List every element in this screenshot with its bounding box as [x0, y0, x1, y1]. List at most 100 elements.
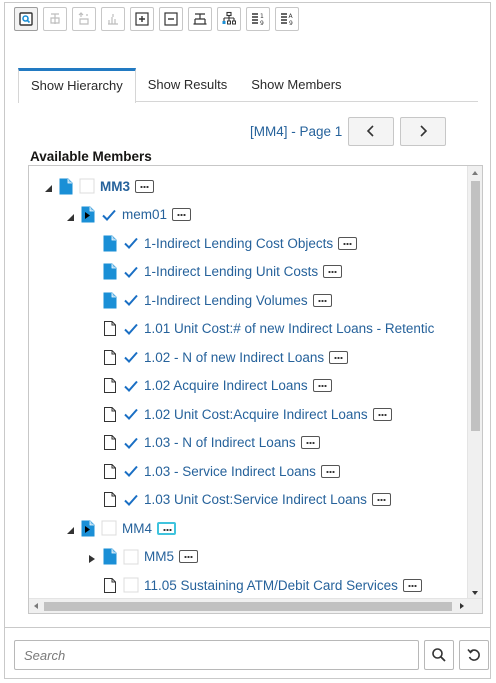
tree-row[interactable]: 1.01 Unit Cost:# of new Indirect Loans -… — [97, 316, 434, 342]
tree-row[interactable]: 1-Indirect Lending Volumes — [97, 287, 332, 313]
sort-alpha-button[interactable]: A9 — [275, 7, 299, 31]
tree-row[interactable]: 1.03 - N of Indirect Loans — [97, 430, 320, 456]
member-label[interactable]: 1-Indirect Lending Unit Costs — [144, 264, 318, 279]
tree-row[interactable]: 1-Indirect Lending Unit Costs — [97, 259, 343, 285]
member-checkbox[interactable] — [123, 577, 139, 593]
member-tree: MM3 mem01 1-Indirect Lending Cost Objects 1… — [28, 165, 483, 614]
tree-row[interactable]: 1.02 Acquire Indirect Loans — [97, 373, 332, 399]
member-checkbox[interactable] — [79, 178, 95, 194]
tree-row[interactable]: 1.02 - N of new Indirect Loans — [97, 344, 349, 370]
view-button[interactable] — [14, 7, 38, 31]
search-input[interactable] — [14, 640, 419, 670]
expand-all-button[interactable] — [130, 7, 154, 31]
member-label[interactable]: MM3 — [100, 179, 130, 194]
member-checkbox[interactable] — [123, 549, 139, 565]
collapse-toggle-icon[interactable] — [43, 181, 53, 192]
member-label[interactable]: 1.03 Unit Cost:Service Indirect Loans — [144, 492, 367, 507]
tree-row[interactable]: 1.02 Unit Cost:Acquire Indirect Loans — [97, 401, 392, 427]
node-member-icon — [103, 235, 117, 252]
member-checkbox[interactable] — [123, 292, 139, 308]
member-checkbox[interactable] — [123, 492, 139, 508]
tab-show-members[interactable]: Show Members — [239, 68, 353, 102]
hierarchy-up-disabled-button[interactable] — [72, 7, 96, 31]
member-checkbox[interactable] — [123, 264, 139, 280]
vertical-scroll-thumb[interactable] — [471, 181, 480, 431]
scroll-up-icon[interactable] — [472, 171, 478, 175]
sort-numeric-button[interactable]: 19 — [246, 7, 270, 31]
scroll-down-icon[interactable] — [472, 591, 478, 595]
tree-row[interactable]: MM4 — [65, 515, 176, 541]
collapse-toggle-icon[interactable] — [65, 523, 75, 534]
horizontal-scroll-thumb[interactable] — [44, 602, 452, 611]
member-label[interactable]: 1.03 - N of Indirect Loans — [144, 435, 296, 450]
member-label[interactable]: 1.02 Unit Cost:Acquire Indirect Loans — [144, 407, 368, 422]
tree-row[interactable]: mem01 — [65, 202, 192, 228]
member-checkbox[interactable] — [101, 207, 117, 223]
leaf-member-icon — [103, 491, 117, 508]
horizontal-scrollbar[interactable] — [29, 598, 482, 613]
member-checkbox[interactable] — [123, 435, 139, 451]
scroll-left-icon[interactable] — [34, 603, 38, 609]
member-label[interactable]: 1-Indirect Lending Cost Objects — [144, 236, 333, 251]
tree-row[interactable]: MM3 — [43, 173, 154, 199]
next-page-button[interactable] — [400, 116, 447, 146]
reset-button[interactable] — [459, 640, 489, 670]
divider — [4, 627, 491, 628]
search-button[interactable] — [424, 640, 454, 670]
member-checkbox[interactable] — [123, 406, 139, 422]
leaf-member-icon — [103, 320, 117, 337]
previous-page-button[interactable] — [348, 116, 395, 146]
member-checkbox[interactable] — [123, 463, 139, 479]
show-levels-tree-icon — [222, 11, 236, 25]
member-checkbox[interactable] — [123, 349, 139, 365]
member-label[interactable]: MM4 — [122, 521, 152, 536]
more-options-button[interactable] — [157, 521, 176, 535]
member-label[interactable]: 1.02 Acquire Indirect Loans — [144, 378, 308, 393]
member-label[interactable]: 1.02 - N of new Indirect Loans — [144, 350, 324, 365]
sort-alpha-icon: A9 — [281, 13, 294, 27]
more-options-button[interactable] — [135, 179, 154, 193]
more-options-button[interactable] — [371, 493, 391, 506]
collapse-all-button[interactable] — [159, 7, 183, 31]
member-label[interactable]: 1.03 - Service Indirect Loans — [144, 464, 316, 479]
more-options-button[interactable] — [320, 464, 340, 478]
show-hierarchy-tree-button[interactable] — [188, 7, 212, 31]
member-label[interactable]: MM5 — [144, 549, 174, 564]
member-checkbox[interactable] — [123, 378, 139, 394]
tree-row[interactable]: 11.05 Sustaining ATM/Debit Card Services — [97, 572, 422, 598]
more-options-button[interactable] — [372, 407, 392, 421]
scroll-right-icon[interactable] — [460, 603, 464, 609]
member-checkbox[interactable] — [123, 235, 139, 251]
tab-show-hierarchy[interactable]: Show Hierarchy — [18, 68, 136, 103]
member-checkbox[interactable] — [101, 520, 117, 536]
more-options-button[interactable] — [179, 550, 198, 563]
tree-row[interactable]: MM5 — [87, 544, 198, 570]
more-options-button[interactable] — [323, 265, 343, 278]
member-label[interactable]: mem01 — [122, 207, 167, 222]
member-label[interactable]: 11.05 Sustaining ATM/Debit Card Services — [144, 578, 398, 593]
hierarchy-add-disabled-button[interactable] — [43, 7, 67, 31]
more-options-button[interactable] — [402, 578, 422, 592]
hierarchy-bars-disabled-button[interactable] — [101, 7, 125, 31]
more-options-button[interactable] — [312, 379, 332, 392]
more-options-button[interactable] — [329, 350, 349, 364]
page-indicator: [MM4] - Page 1 — [250, 123, 343, 139]
expand-toggle-icon[interactable] — [87, 552, 97, 563]
leaf-member-icon — [103, 377, 117, 394]
more-options-button[interactable] — [172, 208, 192, 221]
collapse-toggle-icon[interactable] — [65, 210, 75, 221]
node-member-icon — [103, 548, 117, 565]
show-levels-tree-button[interactable] — [217, 7, 241, 31]
member-label[interactable]: 1-Indirect Lending Volumes — [144, 293, 308, 308]
tab-show-results[interactable]: Show Results — [136, 68, 239, 102]
show-hierarchy-tree-icon — [193, 13, 207, 25]
tree-row[interactable]: 1.03 Unit Cost:Service Indirect Loans — [97, 487, 391, 513]
more-options-button[interactable] — [300, 436, 320, 449]
member-checkbox[interactable] — [123, 321, 139, 337]
tree-row[interactable]: 1.03 - Service Indirect Loans — [97, 458, 340, 484]
more-options-button[interactable] — [338, 236, 358, 250]
more-options-button[interactable] — [312, 293, 332, 307]
vertical-scrollbar[interactable] — [467, 166, 482, 600]
tree-row[interactable]: 1-Indirect Lending Cost Objects — [97, 230, 358, 256]
member-label[interactable]: 1.01 Unit Cost:# of new Indirect Loans -… — [144, 321, 434, 336]
